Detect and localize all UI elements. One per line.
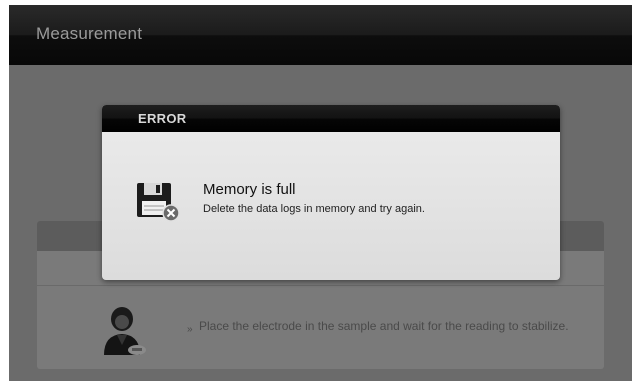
dialog-title: ERROR (138, 111, 187, 126)
person-icon (104, 307, 146, 355)
app-title: Measurement (36, 24, 143, 43)
error-message-title: Memory is full (203, 181, 296, 198)
instruction-text: Place the electrode in the sample and wa… (199, 319, 569, 333)
error-dialog: ERROR Memory is full Delete the data log… (102, 105, 560, 280)
instruction-bullet: » (187, 324, 193, 335)
dialog-header: ERROR (102, 105, 560, 132)
error-message-detail: Delete the data logs in memory and try a… (203, 203, 425, 215)
app-window: Measurement » Place the electrode in the… (9, 5, 632, 381)
panel-divider (37, 285, 604, 286)
floppy-disk-error-icon (137, 183, 180, 222)
app-header: Measurement (9, 5, 632, 65)
